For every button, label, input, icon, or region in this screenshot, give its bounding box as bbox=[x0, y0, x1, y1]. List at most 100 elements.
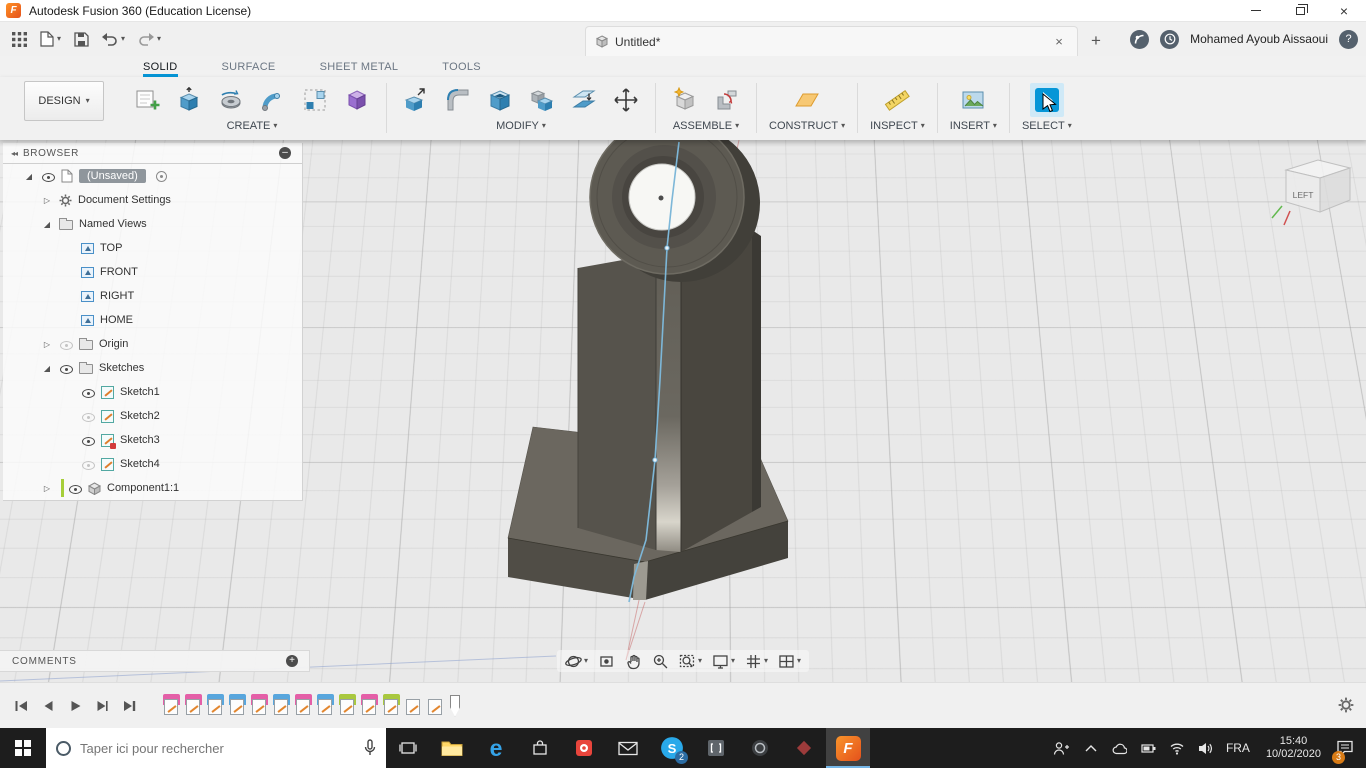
assemble-menu[interactable]: ASSEMBLE ▾ bbox=[673, 120, 739, 132]
create-form-button[interactable] bbox=[340, 83, 374, 117]
expand-arrow-icon[interactable]: ◢ bbox=[41, 364, 53, 373]
browser-row-view-top[interactable]: TOP bbox=[3, 236, 302, 260]
browser-row-view-front[interactable]: FRONT bbox=[3, 260, 302, 284]
timeline-step-back-button[interactable] bbox=[37, 696, 59, 716]
browser-row-view-home[interactable]: HOME bbox=[3, 308, 302, 332]
browser-row-sketch1[interactable]: Sketch1 bbox=[3, 380, 302, 404]
shell-button[interactable] bbox=[483, 83, 517, 117]
document-name[interactable]: (Unsaved) bbox=[79, 169, 146, 183]
file-menu-button[interactable]: ▾ bbox=[40, 31, 61, 47]
visibility-eye-icon[interactable] bbox=[59, 337, 73, 351]
new-component-button[interactable] bbox=[668, 83, 702, 117]
red-app-button[interactable] bbox=[562, 728, 606, 768]
task-view-button[interactable] bbox=[386, 728, 430, 768]
store-button[interactable] bbox=[518, 728, 562, 768]
browser-row-view-right[interactable]: RIGHT bbox=[3, 284, 302, 308]
visibility-eye-icon[interactable] bbox=[68, 481, 82, 495]
timeline-feature-icon[interactable] bbox=[206, 693, 225, 718]
timeline-feature-icon[interactable] bbox=[360, 693, 379, 718]
hole-center-point[interactable] bbox=[658, 195, 664, 201]
tab-solid[interactable]: SOLID bbox=[143, 61, 178, 77]
measure-button[interactable] bbox=[880, 83, 914, 117]
select-menu[interactable]: SELECT ▾ bbox=[1022, 120, 1072, 132]
create-menu[interactable]: CREATE ▾ bbox=[227, 120, 278, 132]
browser-row-named-views[interactable]: ◢ Named Views bbox=[3, 212, 302, 236]
skype-button[interactable]: S 2 bbox=[650, 728, 694, 768]
volume-button[interactable] bbox=[1191, 728, 1219, 768]
pattern-button[interactable] bbox=[298, 83, 332, 117]
sweep-button[interactable] bbox=[256, 83, 290, 117]
timeline-feature-icon[interactable] bbox=[162, 693, 181, 718]
action-center-button[interactable]: 3 bbox=[1330, 728, 1366, 768]
expand-arrow-icon[interactable]: ▷ bbox=[41, 484, 53, 493]
file-explorer-button[interactable] bbox=[430, 728, 474, 768]
timeline-feature-icon[interactable] bbox=[228, 693, 247, 718]
timeline-feature-icon[interactable] bbox=[184, 693, 203, 718]
timeline-feature-icon[interactable] bbox=[272, 693, 291, 718]
modify-menu[interactable]: MODIFY ▾ bbox=[496, 120, 546, 132]
visibility-eye-icon[interactable] bbox=[41, 169, 55, 183]
workspace-selector[interactable]: DESIGN ▾ bbox=[24, 81, 104, 121]
expand-arrow-icon[interactable]: ▷ bbox=[41, 196, 53, 205]
job-status-icon[interactable] bbox=[1160, 29, 1180, 49]
viewport[interactable]: LEFT ◂◂ BROWSER – ◢ (Unsaved) ▷ Document… bbox=[0, 140, 1366, 682]
timeline-settings-gear-icon[interactable] bbox=[1338, 697, 1354, 713]
look-at-button[interactable] bbox=[594, 650, 619, 672]
browser-row-sketch3[interactable]: Sketch3 bbox=[3, 428, 302, 452]
comments-expand-icon[interactable]: + bbox=[286, 655, 298, 667]
insert-canvas-button[interactable] bbox=[956, 83, 990, 117]
username[interactable]: Mohamed Ayoub Aissaoui bbox=[1190, 32, 1328, 46]
browser-hide-icon[interactable]: – bbox=[279, 147, 291, 159]
browser-row-document[interactable]: ◢ (Unsaved) bbox=[3, 164, 302, 188]
close-button[interactable]: × bbox=[1322, 0, 1366, 21]
press-pull-button[interactable] bbox=[399, 83, 433, 117]
activate-radio-icon[interactable] bbox=[155, 170, 167, 182]
expand-arrow-icon[interactable]: ◢ bbox=[41, 220, 53, 229]
grey-app-button[interactable] bbox=[694, 728, 738, 768]
timeline-feature-icon[interactable] bbox=[250, 693, 269, 718]
visibility-eye-icon[interactable] bbox=[81, 457, 95, 471]
maroon-app-button[interactable] bbox=[782, 728, 826, 768]
browser-row-document-settings[interactable]: ▷ Document Settings bbox=[3, 188, 302, 212]
language-indicator[interactable]: FRA bbox=[1219, 728, 1257, 768]
start-button[interactable] bbox=[0, 728, 46, 768]
timeline-go-start-button[interactable] bbox=[10, 696, 32, 716]
people-button[interactable] bbox=[1046, 728, 1077, 768]
visibility-eye-icon[interactable] bbox=[81, 433, 95, 447]
hidden-icons-button[interactable] bbox=[1077, 728, 1105, 768]
browser-collapse-icon[interactable]: ◂◂ bbox=[3, 149, 23, 158]
browser-row-origin[interactable]: ▷ Origin bbox=[3, 332, 302, 356]
offset-face-button[interactable] bbox=[567, 83, 601, 117]
battery-button[interactable] bbox=[1134, 728, 1163, 768]
timeline-feature-icon[interactable] bbox=[316, 693, 335, 718]
insert-menu[interactable]: INSERT ▾ bbox=[950, 120, 997, 132]
search-input[interactable] bbox=[80, 740, 355, 756]
data-panel-button[interactable] bbox=[12, 31, 27, 47]
fillet-button[interactable] bbox=[441, 83, 475, 117]
viewports-button[interactable]: ▾ bbox=[774, 650, 805, 672]
new-tab-button[interactable]: + bbox=[1084, 26, 1108, 56]
fit-button[interactable]: ▾ bbox=[675, 650, 706, 672]
timeline-feature-icon[interactable] bbox=[338, 693, 357, 718]
visibility-eye-icon[interactable] bbox=[59, 361, 73, 375]
select-button[interactable] bbox=[1029, 83, 1064, 117]
taskbar-search[interactable] bbox=[46, 728, 386, 768]
browser-row-sketch4[interactable]: Sketch4 bbox=[3, 452, 302, 476]
visibility-eye-icon[interactable] bbox=[81, 409, 95, 423]
inspect-menu[interactable]: INSPECT ▾ bbox=[870, 120, 925, 132]
tab-surface[interactable]: SURFACE bbox=[222, 61, 276, 77]
grid-snap-button[interactable]: ▾ bbox=[741, 650, 772, 672]
onedrive-button[interactable] bbox=[1105, 728, 1134, 768]
expand-arrow-icon[interactable]: ▷ bbox=[41, 340, 53, 349]
fusion-360-taskbar-button[interactable]: F bbox=[826, 728, 870, 768]
undo-button[interactable]: ▾ bbox=[102, 32, 125, 46]
move-button[interactable] bbox=[609, 83, 643, 117]
tab-tools[interactable]: TOOLS bbox=[442, 61, 481, 77]
minimize-button[interactable] bbox=[1234, 0, 1278, 21]
clock[interactable]: 15:40 10/02/2020 bbox=[1257, 728, 1330, 768]
mail-button[interactable] bbox=[606, 728, 650, 768]
timeline-feature-icon[interactable] bbox=[404, 694, 423, 718]
browser-row-sketch2[interactable]: Sketch2 bbox=[3, 404, 302, 428]
display-settings-button[interactable]: ▾ bbox=[708, 650, 739, 672]
browser-row-component1[interactable]: ▷ Component1:1 bbox=[3, 476, 302, 500]
